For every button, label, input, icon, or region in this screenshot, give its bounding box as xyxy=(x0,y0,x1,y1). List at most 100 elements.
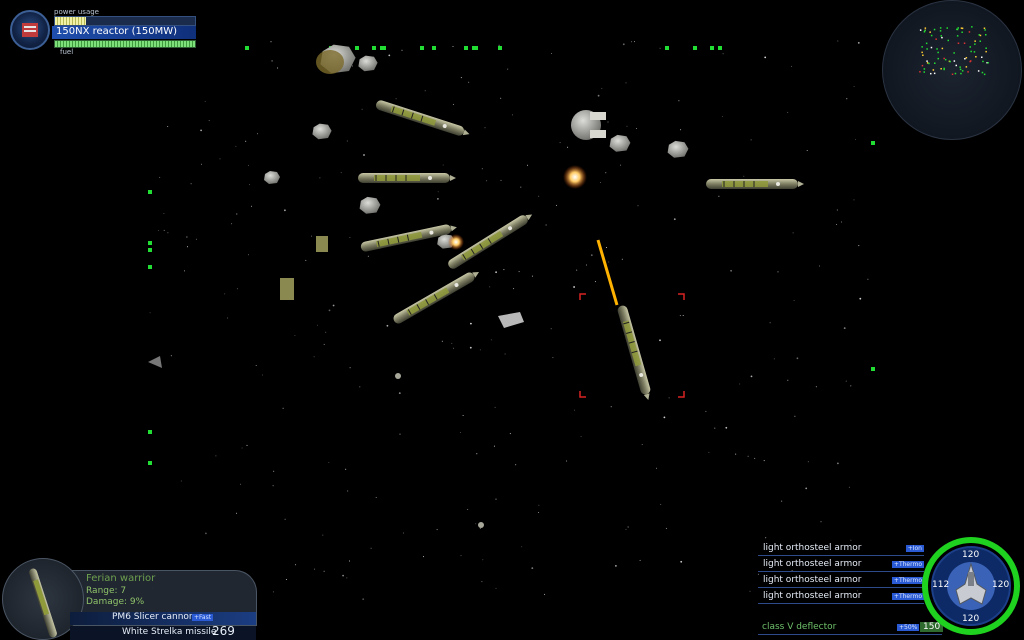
deflector-label: class V deflector xyxy=(762,622,837,632)
star xyxy=(837,40,839,42)
minimap-blip xyxy=(939,27,942,29)
star xyxy=(452,46,454,47)
armor-segment-3[interactable]: light orthosteel armor +Thermo xyxy=(758,575,924,588)
game-viewport[interactable]: power usage 150NX reactor (150MW) fuel F… xyxy=(0,0,1024,640)
star xyxy=(500,97,502,99)
star xyxy=(163,229,165,231)
star xyxy=(284,209,286,212)
star xyxy=(437,191,439,193)
star xyxy=(550,328,552,330)
star xyxy=(843,327,846,329)
minimap-blip xyxy=(959,66,961,68)
star xyxy=(665,527,667,529)
minimap-blip xyxy=(930,46,933,49)
star xyxy=(607,121,609,123)
star xyxy=(763,460,765,462)
star xyxy=(460,432,461,433)
minimap-blip xyxy=(947,39,949,42)
fuel-bar xyxy=(54,40,196,48)
star xyxy=(482,559,484,561)
minimap-blip xyxy=(970,50,972,53)
minimap-blip xyxy=(953,52,955,54)
star xyxy=(325,331,327,333)
minimap-blip xyxy=(969,60,971,63)
star xyxy=(362,598,365,601)
shield-rear: 120 xyxy=(962,614,980,624)
star xyxy=(167,232,169,234)
star xyxy=(620,164,622,166)
star xyxy=(484,127,486,129)
star xyxy=(511,114,513,116)
star xyxy=(423,556,424,558)
minimap-blip xyxy=(919,71,921,73)
star xyxy=(149,312,151,314)
star xyxy=(295,564,297,566)
primary-weapon-badge: +Fast xyxy=(192,614,214,621)
star xyxy=(367,255,369,257)
shield-gauge[interactable]: 120 112 120 120 xyxy=(920,534,1022,638)
star xyxy=(538,512,540,513)
star xyxy=(347,490,349,492)
minimap-blip xyxy=(969,46,971,48)
star xyxy=(204,100,206,102)
star xyxy=(395,98,397,100)
armor-segment-4[interactable]: light orthosteel armor +Thermo xyxy=(758,591,924,604)
minimap-blip xyxy=(937,57,939,60)
armor-segment-2[interactable]: light orthosteel armor +Thermo xyxy=(758,559,924,572)
reactor-panel: power usage 150NX reactor (150MW) fuel xyxy=(8,8,196,56)
star xyxy=(424,90,426,92)
star xyxy=(586,264,587,266)
star xyxy=(556,204,557,206)
star xyxy=(285,579,287,580)
star xyxy=(342,574,344,577)
star xyxy=(820,521,822,523)
star xyxy=(270,41,272,43)
minimap-blip xyxy=(965,66,968,68)
star xyxy=(388,54,391,57)
star xyxy=(479,349,481,351)
minimap-blip xyxy=(921,51,923,54)
star xyxy=(375,497,377,498)
star xyxy=(551,53,552,54)
star xyxy=(794,415,796,417)
star xyxy=(559,142,561,144)
star xyxy=(248,254,249,256)
minimap-blip xyxy=(973,51,976,53)
target-range: Range: 7 xyxy=(86,586,127,596)
star xyxy=(544,593,546,595)
star xyxy=(163,213,165,214)
star xyxy=(494,406,496,408)
targeted-ship[interactable] xyxy=(616,303,654,402)
star xyxy=(246,444,248,446)
star xyxy=(656,467,657,469)
reactor-emblem-icon[interactable] xyxy=(10,10,50,50)
minimap[interactable] xyxy=(882,0,1022,140)
star xyxy=(224,293,226,295)
deflector-row[interactable]: class V deflector +50% 150 xyxy=(758,622,944,635)
armor-segment-1[interactable]: light orthosteel armor +Ion xyxy=(758,543,924,556)
space-station[interactable] xyxy=(571,110,606,140)
power-usage-label: power usage xyxy=(54,8,99,16)
star xyxy=(538,504,540,506)
target-name: Ferian warrior xyxy=(86,573,156,584)
star xyxy=(597,94,600,97)
star xyxy=(323,570,325,572)
star xyxy=(846,98,848,100)
star xyxy=(708,451,710,453)
star xyxy=(769,322,771,324)
minimap-blip xyxy=(955,64,957,67)
star xyxy=(507,68,509,70)
star xyxy=(521,546,523,548)
fuel-fill xyxy=(55,41,195,47)
star xyxy=(241,447,243,449)
star xyxy=(859,297,862,300)
star xyxy=(489,286,491,288)
asteroids[interactable] xyxy=(264,44,689,528)
star xyxy=(735,453,737,455)
star xyxy=(332,304,335,307)
star xyxy=(673,218,676,221)
minimap-blip xyxy=(928,62,930,65)
minimap-blip xyxy=(982,60,984,63)
minimap-blip xyxy=(985,50,987,53)
star xyxy=(272,591,274,593)
